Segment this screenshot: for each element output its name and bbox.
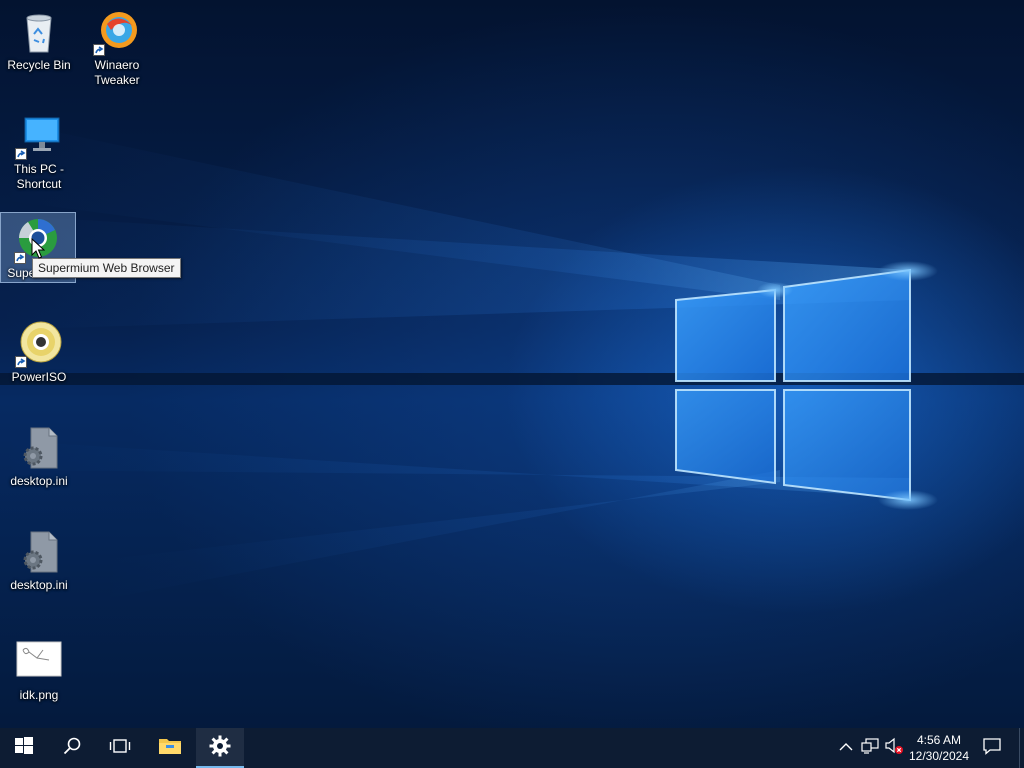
mouse-cursor-icon (31, 237, 46, 265)
desktop-icon-desktop-ini[interactable]: desktop.ini (2, 528, 76, 593)
desktop-icon-winaero-tweaker[interactable]: Winaero Tweaker (80, 8, 154, 88)
volume-button[interactable] (882, 728, 906, 768)
settings-file-icon (15, 424, 63, 472)
gear-icon (209, 735, 231, 762)
winaero-tweaker-icon (93, 8, 141, 56)
tooltip: Supermium Web Browser (32, 258, 181, 278)
taskbar: 4:56 AM 12/30/2024 (0, 728, 1024, 768)
clock-date: 12/30/2024 (908, 749, 970, 763)
image-file-icon (15, 638, 63, 686)
search-button[interactable] (48, 728, 96, 768)
shortcut-arrow-icon (15, 356, 27, 368)
desktop-icon-label: desktop.ini (10, 474, 68, 488)
desktop-icon-recycle-bin[interactable]: Recycle Bin (2, 8, 76, 73)
start-button[interactable] (0, 728, 48, 768)
windows-logo-light-wallpaper (0, 120, 1024, 600)
desktop-icon-label: desktop.ini (10, 578, 68, 592)
desktop-icon-label: idk.png (19, 688, 59, 702)
desktop-wallpaper (0, 0, 1024, 728)
shortcut-arrow-icon (15, 148, 27, 160)
action-center-button[interactable] (980, 728, 1004, 768)
show-desktop-button[interactable] (1019, 728, 1024, 768)
windows-logo-icon (15, 736, 33, 760)
settings-button[interactable] (196, 728, 244, 768)
clock-time: 4:56 AM (916, 733, 962, 747)
file-explorer-button[interactable] (146, 728, 194, 768)
network-button[interactable] (858, 728, 882, 768)
action-center-icon (983, 737, 1001, 760)
shortcut-arrow-icon (14, 252, 26, 264)
shortcut-arrow-icon (93, 44, 105, 56)
task-view-button[interactable] (96, 728, 144, 768)
desktop-icon-label: Winaero Tweaker (94, 58, 140, 87)
settings-file-icon (15, 528, 63, 576)
desktop-icon-label: Recycle Bin (7, 58, 71, 72)
network-icon (861, 737, 879, 759)
desktop-icon-desktop-ini[interactable]: desktop.ini (2, 424, 76, 489)
task-view-icon (109, 738, 131, 759)
volume-muted-icon (884, 737, 904, 760)
show-hidden-icons-button[interactable] (834, 728, 858, 768)
desktop-icon-label: PowerISO (11, 370, 67, 384)
search-icon (63, 737, 81, 760)
recycle-bin-icon (15, 8, 63, 56)
desktop-icon-idk-png[interactable]: idk.png (2, 638, 76, 703)
desktop-icon-label: This PC - Shortcut (13, 162, 64, 191)
desktop-icon-this-pc[interactable]: This PC - Shortcut (2, 112, 76, 192)
clock-button[interactable]: 4:56 AM 12/30/2024 (904, 728, 974, 768)
chevron-up-icon (839, 739, 853, 757)
desktop-icon-poweriso[interactable]: PowerISO (2, 320, 76, 385)
this-pc-icon (15, 112, 63, 160)
poweriso-icon (15, 320, 63, 368)
folder-icon (158, 736, 182, 761)
